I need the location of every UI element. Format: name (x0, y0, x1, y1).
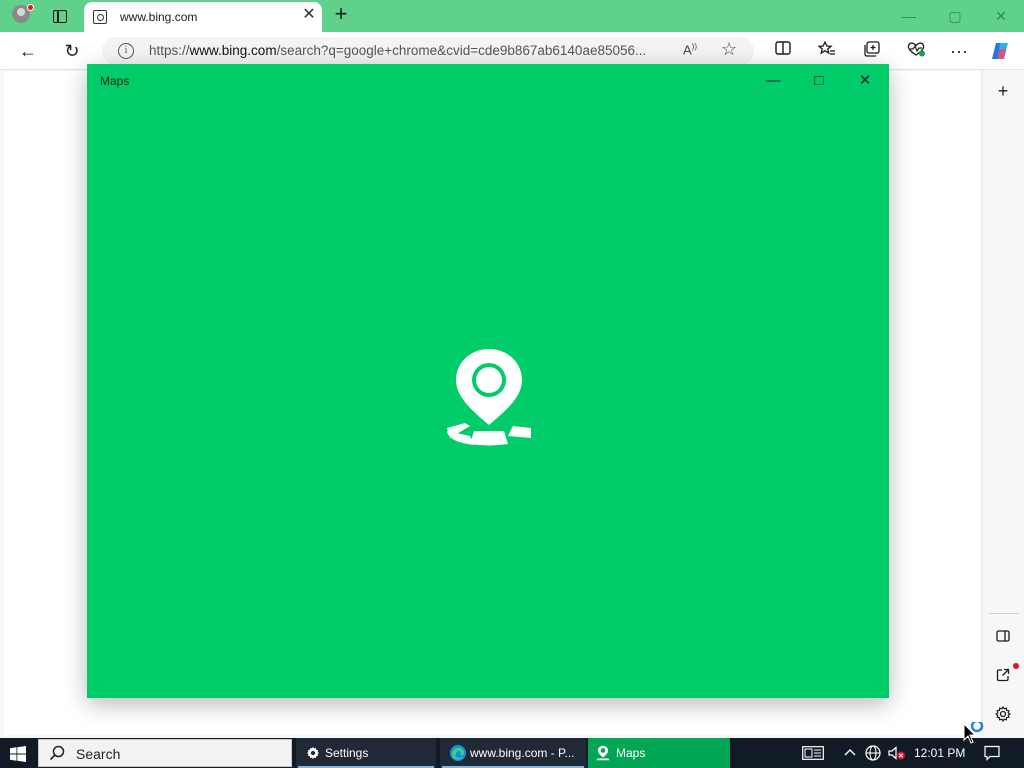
system-clock[interactable]: 12:01 PM (914, 746, 965, 760)
address-url[interactable]: https://www.bing.com/search?q=google+chr… (149, 43, 671, 58)
browser-essentials-icon[interactable] (905, 41, 927, 61)
site-info-icon[interactable]: i (118, 43, 134, 59)
maps-maximize-button[interactable]: □ (804, 70, 834, 92)
maps-pin-icon (447, 349, 531, 446)
url-host: www.bing.com (189, 43, 277, 58)
new-tab-button[interactable]: + (330, 3, 352, 26)
profile-avatar-button[interactable] (8, 4, 34, 28)
url-prefix: https:// (149, 43, 190, 58)
favorites-icon[interactable] (816, 40, 838, 61)
notification-dot (27, 4, 34, 11)
search-label: Search (76, 746, 121, 762)
open-external-icon[interactable] (991, 664, 1015, 688)
tab-title: www.bing.com (120, 10, 198, 24)
settings-and-more-button[interactable]: ··· (948, 41, 970, 61)
browser-minimize-button[interactable]: — (897, 6, 921, 26)
customize-sidebar-gear-icon[interactable] (991, 704, 1015, 728)
network-globe-icon[interactable] (864, 738, 882, 768)
maps-minimize-button[interactable]: — (758, 70, 788, 92)
show-hidden-icons-chevron-icon[interactable] (842, 738, 858, 768)
browser-maximize-button[interactable]: ▢ (943, 6, 967, 26)
maps-window-title: Maps (100, 74, 130, 88)
taskbar-search-box[interactable]: Search (38, 739, 292, 767)
browser-sidebar: + (982, 71, 1024, 737)
tab-close-button[interactable]: ✕ (300, 6, 318, 24)
tab-actions-icon (53, 9, 67, 23)
read-aloud-glyph: A (683, 42, 692, 58)
copilot-icon[interactable] (990, 41, 1012, 61)
taskbar-item-maps[interactable]: Maps (588, 738, 730, 768)
taskbar-item-label: www.bing.com - P... (470, 746, 575, 760)
news-widget-icon[interactable] (800, 738, 826, 768)
browser-tab-strip: www.bing.com ✕ + — ▢ ✕ (0, 0, 1024, 32)
maps-window[interactable]: Maps — □ ✕ (87, 64, 889, 698)
browser-close-button[interactable]: ✕ (989, 6, 1013, 26)
sidebar-add-button[interactable]: + (991, 79, 1015, 103)
volume-muted-icon[interactable] (886, 738, 906, 768)
page-favicon-icon (93, 10, 107, 24)
start-button[interactable] (0, 738, 36, 768)
windows-logo-icon (10, 746, 26, 762)
edge-icon (450, 745, 466, 761)
back-button[interactable]: ← (16, 40, 40, 62)
split-screen-icon[interactable] (772, 41, 794, 61)
add-favorite-icon[interactable]: ☆ (721, 39, 737, 60)
url-path: /search?q=google+chrome&cvid=cde9b867ab6… (276, 43, 647, 58)
tab-actions-button[interactable] (46, 6, 74, 26)
address-bar[interactable]: i https://www.bing.com/search?q=google+c… (102, 37, 754, 65)
sidebar-divider (989, 613, 1019, 614)
busy-cursor-icon (962, 719, 990, 746)
taskbar-item-label: Maps (616, 746, 646, 760)
maps-icon (596, 745, 610, 761)
read-aloud-icon[interactable]: A)) (683, 42, 697, 57)
collections-icon[interactable] (861, 41, 883, 61)
gear-icon (306, 746, 320, 760)
windows-taskbar: Search Settings www.bing.com - P... Maps… (0, 738, 1024, 768)
refresh-button[interactable]: ↻ (60, 40, 84, 62)
search-icon (49, 745, 65, 761)
browser-tab-active[interactable]: www.bing.com ✕ (84, 2, 322, 32)
taskbar-item-edge[interactable]: www.bing.com - P... (440, 738, 586, 768)
taskbar-item-label: Settings (325, 746, 369, 760)
maps-close-button[interactable]: ✕ (850, 70, 880, 92)
hide-sidebar-icon[interactable] (991, 624, 1015, 648)
taskbar-item-settings[interactable]: Settings (296, 738, 436, 768)
notification-dot (1013, 663, 1019, 669)
